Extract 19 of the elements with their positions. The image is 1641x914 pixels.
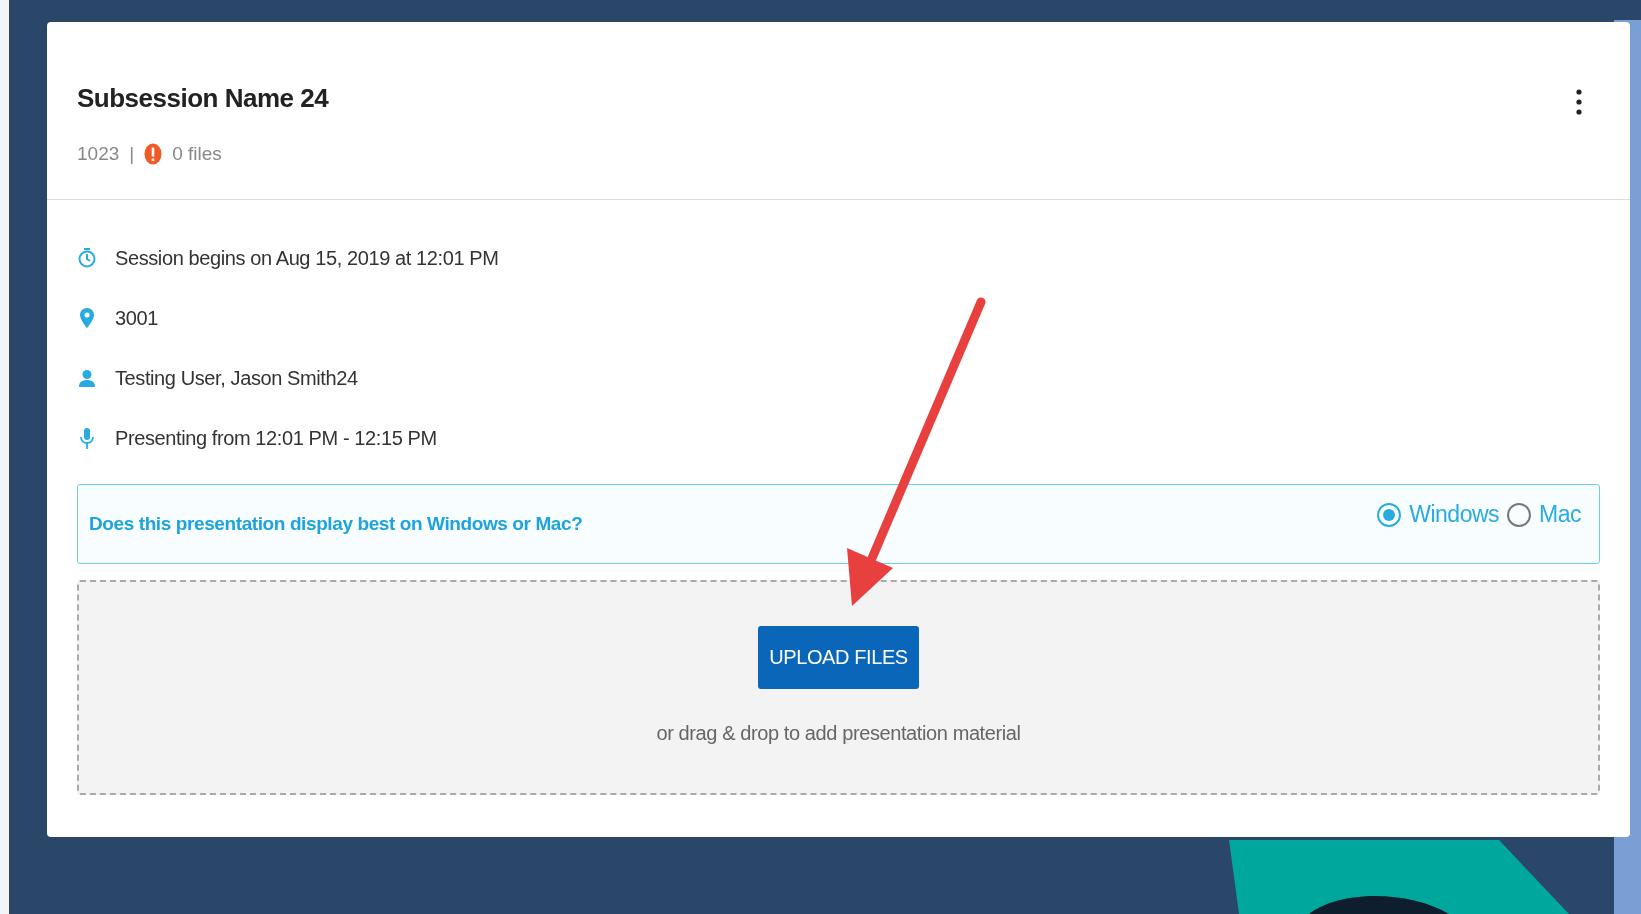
file-count: 0 files bbox=[172, 143, 222, 165]
drop-hint: or drag & drop to add presentation material bbox=[656, 722, 1021, 745]
info-text: Session begins on Aug 15, 2019 at 12:01 PM bbox=[115, 246, 499, 270]
separator: | bbox=[129, 143, 135, 165]
person-icon bbox=[79, 369, 95, 387]
info-text: 3001 bbox=[115, 306, 158, 330]
location-pin-icon bbox=[80, 308, 94, 328]
question-text: Does this presentation display best on Windows or Mac? bbox=[89, 513, 583, 535]
upload-files-button[interactable]: UPLOAD FILES bbox=[758, 626, 919, 689]
radio-icon[interactable] bbox=[1507, 502, 1532, 527]
info-text: Testing User, Jason Smith24 bbox=[115, 366, 358, 390]
drop-zone[interactable]: UPLOAD FILES or drag & drop to add presentation material bbox=[77, 580, 1600, 795]
clock-icon bbox=[78, 248, 96, 268]
session-title: Subsession Name 24 bbox=[77, 83, 329, 113]
session-code: 1023 bbox=[77, 143, 120, 165]
radio-icon[interactable] bbox=[1377, 502, 1402, 527]
microphone-icon bbox=[80, 427, 94, 449]
info-text: Presenting from 12:01 PM - 12:15 PM bbox=[115, 426, 437, 450]
more-options-icon[interactable] bbox=[1576, 89, 1582, 115]
